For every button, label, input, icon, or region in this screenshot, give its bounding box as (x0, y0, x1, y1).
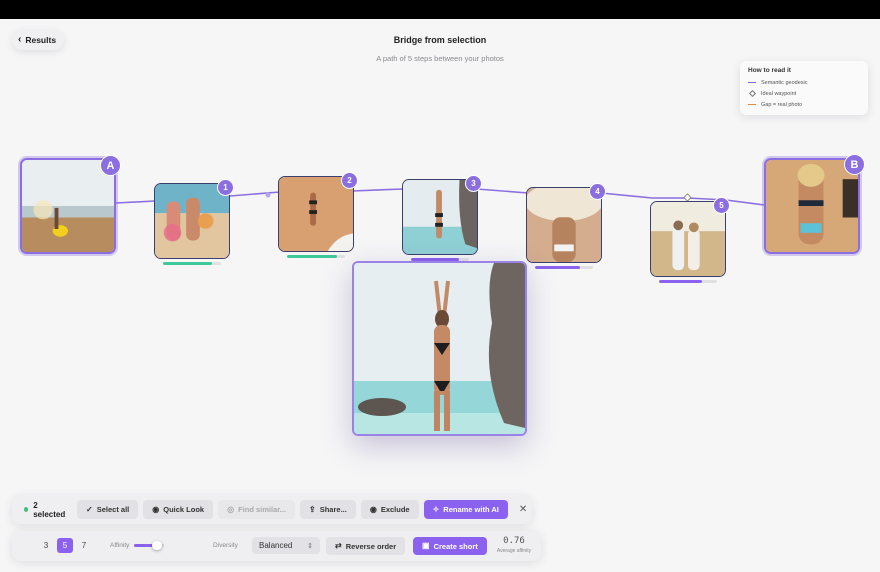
waypoint-3-photo[interactable] (402, 179, 478, 255)
endpoint-a-badge: A (100, 155, 121, 176)
affinity-slider[interactable] (134, 541, 164, 550)
average-affinity-value: 0.76 (503, 536, 525, 546)
beach-photo-thumbnail (279, 177, 353, 251)
waypoint-4-affinity-bar (535, 266, 593, 269)
video-icon: ▣ (422, 541, 430, 550)
quick-look-button[interactable]: ◉ Quick Look (143, 500, 214, 519)
affinity-fill (535, 266, 581, 269)
steps-option-3[interactable]: 3 (38, 538, 54, 553)
beach-photo-thumbnail (527, 188, 601, 262)
ideal-waypoint-diamond (683, 193, 692, 202)
magic-wand-icon: ✧ (432, 504, 440, 514)
exclude-button[interactable]: ◉ Exclude (360, 500, 419, 519)
swap-icon: ⇄ (335, 541, 342, 550)
quick-look-preview[interactable] (352, 261, 527, 436)
button-label: Select all (96, 505, 130, 514)
button-label: Exclude (380, 505, 410, 514)
rename-with-ai-button[interactable]: ✧ Rename with AI (423, 500, 508, 519)
couple-photo-thumbnail (651, 202, 725, 276)
affinity-label: Affinity (110, 542, 130, 549)
beach-photo-thumbnail (155, 184, 229, 258)
close-icon[interactable]: ✕ (513, 504, 533, 515)
eye-off-icon: ◉ (369, 504, 377, 514)
endpoint-b-badge: B (844, 154, 865, 175)
waypoint-1-affinity-bar (163, 262, 221, 265)
beach-photo-thumbnail (403, 180, 477, 254)
status-dot-icon (24, 507, 29, 512)
create-short-button[interactable]: ▣ Create short (413, 537, 487, 555)
diversity-label: Diversity (213, 542, 238, 549)
endpoint-b-photo[interactable] (764, 158, 860, 254)
affinity-fill (659, 280, 702, 283)
quick-look-photo (354, 263, 525, 434)
affinity-fill (287, 255, 337, 258)
slider-knob[interactable] (151, 541, 162, 550)
diversity-select[interactable]: Balanced ⇕ (252, 537, 320, 554)
waypoint-2-badge: 2 (341, 172, 358, 189)
reverse-order-button[interactable]: ⇄ Reverse order (326, 537, 406, 555)
button-label: Find similar... (238, 505, 287, 514)
button-label: Create short (433, 541, 478, 551)
waypoint-5-affinity-bar (659, 280, 717, 283)
average-affinity-caption: Average affinity (496, 548, 532, 554)
diversity-value: Balanced (259, 541, 293, 550)
steps-segmented-control: 3 5 7 (38, 538, 92, 553)
share-icon: ⇪ (309, 504, 316, 514)
waypoint-5-badge: 5 (713, 197, 730, 214)
waypoint-2-affinity-bar (287, 255, 345, 258)
waypoint-3-badge: 3 (465, 175, 482, 192)
selection-toolbar: 2 selected ✓ Select all ◉ Quick Look ◎ F… (12, 495, 532, 524)
button-label: Quick Look (163, 505, 205, 514)
affinity-fill (163, 262, 213, 265)
waypoint-2-photo[interactable] (278, 176, 354, 252)
steps-option-7[interactable]: 7 (76, 538, 92, 553)
beach-photo-thumbnail (22, 160, 114, 252)
button-label: Share... (319, 505, 347, 514)
waypoint-4-photo[interactable] (526, 187, 602, 263)
selection-count: 2 selected (18, 501, 72, 519)
select-all-button[interactable]: ✓ Select all (77, 500, 139, 519)
share-button[interactable]: ⇪ Share... (300, 500, 356, 519)
waypoint-1-photo[interactable] (154, 183, 230, 259)
button-label: Rename with AI (443, 505, 499, 514)
similar-icon: ◎ (227, 504, 235, 514)
selection-count-label: 2 selected (33, 500, 66, 519)
waypoint-4-badge: 4 (589, 183, 606, 200)
eye-icon: ◉ (152, 504, 160, 514)
waypoint-1-badge: 1 (217, 179, 234, 196)
steps-option-5[interactable]: 5 (57, 538, 73, 553)
button-label: Reverse order (345, 541, 397, 551)
waypoint-5-photo[interactable] (650, 201, 726, 277)
up-down-chevron-icon: ⇕ (307, 542, 313, 550)
path-controls-bar: 3 5 7 Affinity Diversity Balanced ⇕ ⇄ Re… (12, 531, 541, 561)
find-similar-button[interactable]: ◎ Find similar... (218, 500, 296, 519)
beach-photo-thumbnail (766, 160, 858, 252)
check-icon: ✓ (86, 504, 93, 514)
waypoint-dot (265, 192, 271, 198)
